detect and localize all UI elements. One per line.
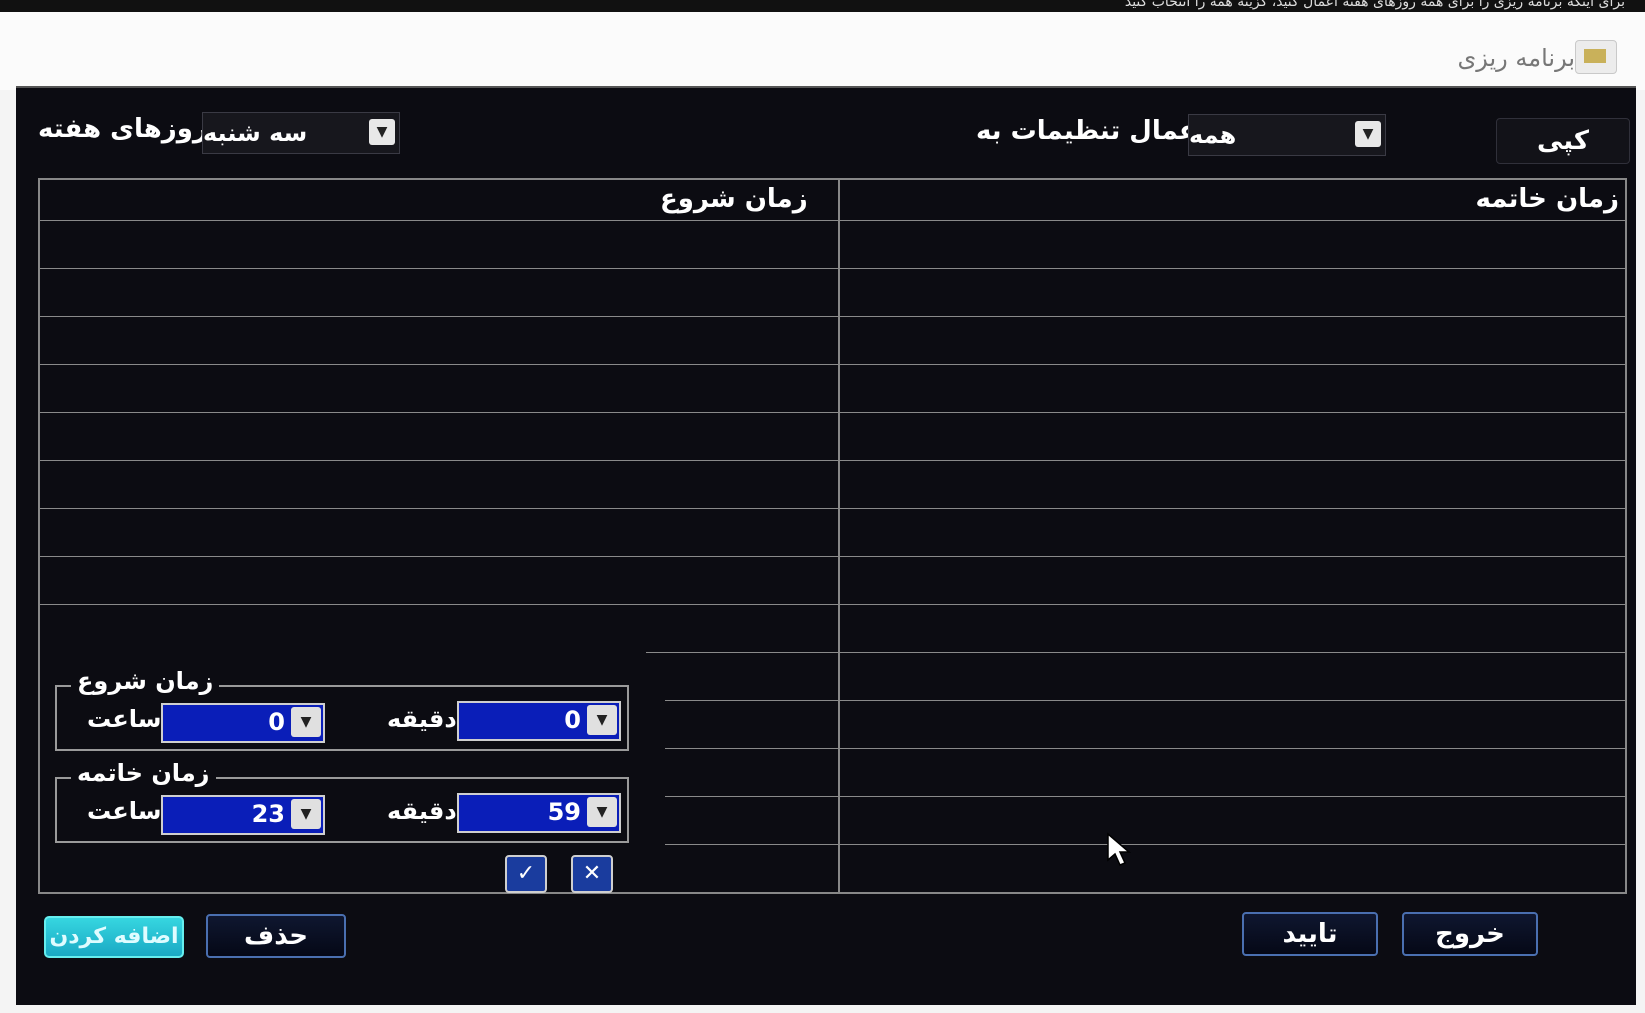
chevron-down-icon[interactable]: ▼: [1355, 121, 1381, 147]
start-hour-spinner[interactable]: 0 ▼: [161, 703, 325, 743]
end-minute-spinner[interactable]: 59 ▼: [457, 793, 621, 833]
apply-to-value: همه: [1189, 121, 1237, 149]
chevron-down-icon[interactable]: ▼: [291, 799, 321, 829]
table-row-line: [646, 748, 1625, 749]
table-row-line: [646, 700, 1625, 701]
table-row-line: [40, 364, 1625, 365]
table-row-line: [40, 268, 1625, 269]
start-minute-label: دقیقه: [387, 705, 457, 733]
delete-button[interactable]: حذف: [206, 914, 346, 958]
copy-button[interactable]: کپی: [1496, 118, 1630, 164]
chevron-down-icon[interactable]: ▼: [587, 705, 617, 735]
confirm-button[interactable]: تایید: [1242, 912, 1378, 956]
add-button[interactable]: اضافه کردن: [44, 916, 184, 958]
column-header-start-time: زمان شروع: [660, 184, 808, 214]
start-minute-spinner[interactable]: 0 ▼: [457, 701, 621, 741]
schedule-dialog: روزهای هفته سه شنبه ▼ اعمال تنظیمات به ه…: [16, 86, 1636, 1005]
end-time-legend: زمان خاتمه: [71, 759, 216, 787]
start-time-group: زمان شروع ساعت 0 ▼ دقیقه 0 ▼: [55, 667, 629, 751]
apply-to-label: اعمال تنظیمات به: [976, 116, 1206, 146]
weekdays-label: روزهای هفته: [38, 114, 208, 144]
table-row-line: [40, 412, 1625, 413]
end-time-group: زمان خاتمه ساعت 23 ▼ دقیقه 59 ▼: [55, 759, 629, 843]
table-row-line: [40, 460, 1625, 461]
start-minute-value: 0: [564, 706, 581, 734]
table-row-line: [40, 508, 1625, 509]
top-caption-bar: برای اینکه برنامه ریزی را برای همه روزها…: [0, 0, 1645, 12]
close-icon[interactable]: ✕: [571, 855, 613, 893]
end-hour-value: 23: [251, 800, 285, 828]
end-hour-spinner[interactable]: 23 ▼: [161, 795, 325, 835]
exit-button[interactable]: خروج: [1402, 912, 1538, 956]
weekday-select[interactable]: سه شنبه ▼: [202, 112, 400, 154]
start-hour-label: ساعت: [87, 705, 162, 733]
chevron-down-icon[interactable]: ▼: [369, 119, 395, 145]
table-row-line: [646, 844, 1625, 845]
column-header-end-time: زمان خاتمه: [1475, 184, 1619, 214]
table-row-line: [40, 316, 1625, 317]
table-row-line: [646, 652, 1625, 653]
column-divider: [838, 180, 840, 892]
chevron-down-icon[interactable]: ▼: [291, 707, 321, 737]
apply-to-select[interactable]: همه ▼: [1188, 114, 1386, 156]
weekday-value: سه شنبه: [203, 119, 308, 147]
top-strip: [0, 0, 1645, 90]
table-row-line: [40, 556, 1625, 557]
table-row-line: [646, 796, 1625, 797]
start-time-legend: زمان شروع: [71, 667, 220, 695]
top-caption: برای اینکه برنامه ریزی را برای همه روزها…: [1124, 0, 1625, 10]
table-row-line: [40, 220, 1625, 221]
table-row-line: [40, 604, 1625, 605]
end-minute-label: دقیقه: [387, 797, 457, 825]
schedule-icon: [1575, 40, 1617, 74]
chevron-down-icon[interactable]: ▼: [587, 797, 617, 827]
time-editor-panel: زمان شروع ساعت 0 ▼ دقیقه 0 ▼ زمان خاتمه …: [41, 653, 665, 893]
end-hour-label: ساعت: [87, 797, 162, 825]
start-hour-value: 0: [268, 708, 285, 736]
end-minute-value: 59: [547, 798, 581, 826]
window-title: برنامه ریزی: [1457, 44, 1575, 72]
check-icon[interactable]: ✓: [505, 855, 547, 893]
cursor-icon: [1107, 832, 1132, 866]
